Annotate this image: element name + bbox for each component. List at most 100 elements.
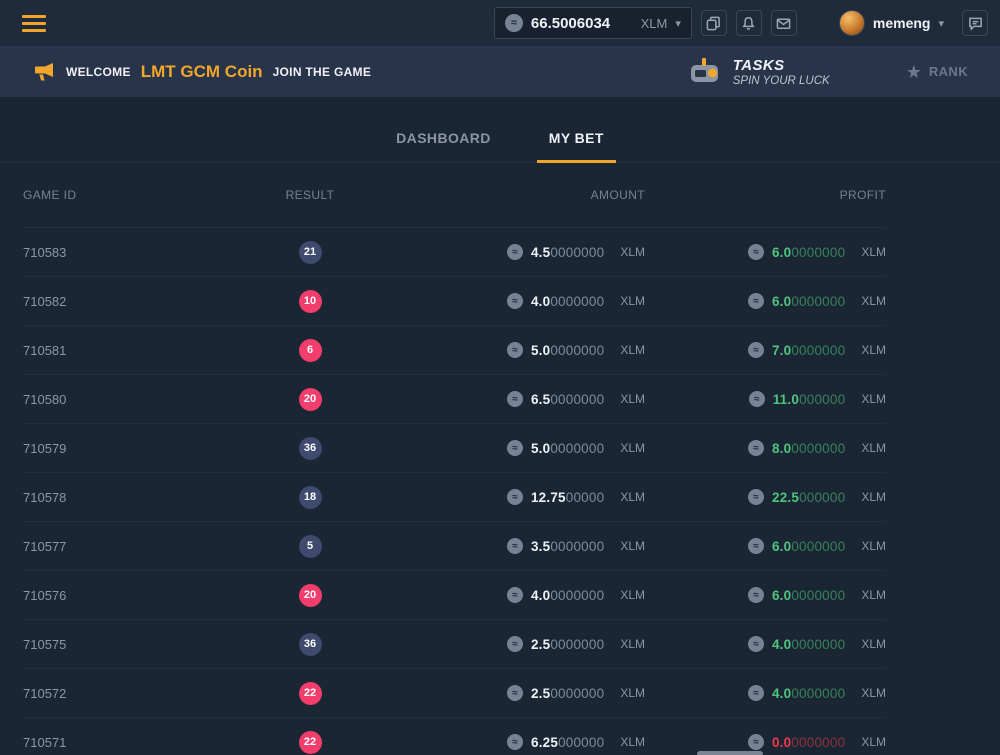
- amount-currency: XLM: [620, 539, 645, 553]
- profit-currency: XLM: [861, 294, 886, 308]
- game-id: 710580: [23, 392, 280, 407]
- coin-icon: [507, 538, 523, 554]
- amount-currency: XLM: [620, 441, 645, 455]
- amount-cell: 5.00000000 XLM: [340, 440, 645, 456]
- amount-cell: 2.50000000 XLM: [340, 636, 645, 652]
- balance-selector[interactable]: 66.5006034 XLM ▾: [494, 7, 692, 39]
- result-badge: 20: [299, 388, 322, 411]
- chat-button[interactable]: [962, 10, 988, 36]
- chevron-down-icon: ▾: [675, 17, 681, 30]
- result-badge: 10: [299, 290, 322, 313]
- amount-value: 2.50000000: [531, 637, 604, 652]
- profit-value: 6.00000000: [772, 245, 845, 260]
- coin-icon: [507, 244, 523, 260]
- chevron-down-icon: ▾: [938, 17, 944, 30]
- result-badge: 22: [299, 731, 322, 754]
- table-row[interactable]: 710581 6 5.00000000 XLM 7.00000000 XLM: [23, 326, 886, 375]
- amount-value: 6.25000000: [531, 735, 604, 750]
- game-id: 710583: [23, 245, 280, 260]
- coin-icon: [507, 293, 523, 309]
- chat-icon: [968, 16, 983, 31]
- amount-currency: XLM: [620, 637, 645, 651]
- mail-button[interactable]: [771, 10, 797, 36]
- table-row[interactable]: 710575 36 2.50000000 XLM 4.00000000 XLM: [23, 620, 886, 669]
- hamburger-menu-icon[interactable]: [22, 15, 46, 32]
- profit-value: 4.00000000: [772, 686, 845, 701]
- amount-currency: XLM: [620, 343, 645, 357]
- coin-icon: [507, 685, 523, 701]
- coin-icon: [748, 440, 764, 456]
- coin-icon: [507, 734, 523, 750]
- result-badge: 36: [299, 633, 322, 656]
- table-row[interactable]: 710576 20 4.00000000 XLM 6.00000000 XLM: [23, 571, 886, 620]
- amount-cell: 4.00000000 XLM: [340, 293, 645, 309]
- envelope-icon: [776, 16, 791, 31]
- coin-icon: [507, 391, 523, 407]
- table-row[interactable]: 710577 5 3.50000000 XLM 6.00000000 XLM: [23, 522, 886, 571]
- table-row[interactable]: 710580 20 6.50000000 XLM 11.0000000 XLM: [23, 375, 886, 424]
- tasks-button[interactable]: TASKS SPIN YOUR LUCK: [687, 56, 830, 88]
- profit-currency: XLM: [861, 686, 886, 700]
- cards-button[interactable]: [701, 10, 727, 36]
- result-badge: 22: [299, 682, 322, 705]
- coin-icon: [507, 342, 523, 358]
- profit-cell: 6.00000000 XLM: [645, 244, 886, 260]
- amount-cell: 12.7500000 XLM: [340, 489, 645, 505]
- profit-currency: XLM: [861, 245, 886, 259]
- header-result: RESULT: [280, 188, 340, 202]
- game-id: 710581: [23, 343, 280, 358]
- amount-cell: 2.50000000 XLM: [340, 685, 645, 701]
- profit-cell: 4.00000000 XLM: [645, 636, 886, 652]
- notifications-button[interactable]: [736, 10, 762, 36]
- coin-icon: [748, 244, 764, 260]
- amount-value: 4.50000000: [531, 245, 604, 260]
- horizontal-scrollbar-thumb[interactable]: [697, 751, 763, 755]
- header-profit: PROFIT: [645, 188, 886, 202]
- balance-value: 66.5006034: [531, 15, 610, 32]
- amount-currency: XLM: [620, 490, 645, 504]
- coin-icon: [507, 587, 523, 603]
- balance-currency: XLM: [641, 16, 668, 31]
- game-id: 710579: [23, 441, 280, 456]
- result-badge: 18: [299, 486, 322, 509]
- star-icon: ★: [906, 63, 922, 81]
- table-row[interactable]: 710579 36 5.00000000 XLM 8.00000000 XLM: [23, 424, 886, 473]
- coin-icon: [507, 489, 523, 505]
- rank-button[interactable]: ★ RANK: [906, 63, 968, 81]
- table-row[interactable]: 710582 10 4.00000000 XLM 6.00000000 XLM: [23, 277, 886, 326]
- username: memeng: [873, 15, 931, 31]
- bell-icon: [741, 16, 756, 31]
- coin-icon: [749, 391, 765, 407]
- profit-value: 11.0000000: [773, 392, 846, 407]
- amount-currency: XLM: [620, 735, 645, 749]
- table-row[interactable]: 710583 21 4.50000000 XLM 6.00000000 XLM: [23, 228, 886, 277]
- profit-value: 8.00000000: [772, 441, 845, 456]
- profit-currency: XLM: [861, 490, 886, 504]
- profit-cell: 22.5000000 XLM: [645, 489, 886, 505]
- amount-currency: XLM: [620, 392, 645, 406]
- tab-my-bet[interactable]: MY BET: [537, 130, 616, 163]
- amount-currency: XLM: [620, 294, 645, 308]
- cards-icon: [706, 16, 721, 31]
- amount-value: 5.00000000: [531, 441, 604, 456]
- amount-currency: XLM: [620, 686, 645, 700]
- result-badge: 20: [299, 584, 322, 607]
- coin-icon: [748, 734, 764, 750]
- tab-bar: DASHBOARD MY BET: [0, 97, 1000, 163]
- profit-value: 6.00000000: [772, 539, 845, 554]
- coin-icon: [748, 342, 764, 358]
- welcome-prefix: WELCOME: [66, 65, 131, 79]
- coin-icon: [748, 489, 764, 505]
- coin-icon: [748, 538, 764, 554]
- table-row[interactable]: 710571 22 6.25000000 XLM 0.00000000 XLM: [23, 718, 886, 755]
- topbar: 66.5006034 XLM ▾ memeng ▾: [0, 0, 1000, 46]
- table-row[interactable]: 710572 22 2.50000000 XLM 4.00000000 XLM: [23, 669, 886, 718]
- table-header: GAME ID RESULT AMOUNT PROFIT: [23, 163, 886, 228]
- amount-cell: 6.50000000 XLM: [340, 391, 645, 407]
- amount-value: 4.00000000: [531, 294, 604, 309]
- amount-cell: 3.50000000 XLM: [340, 538, 645, 554]
- tab-dashboard[interactable]: DASHBOARD: [384, 130, 503, 163]
- table-row[interactable]: 710578 18 12.7500000 XLM 22.5000000 XLM: [23, 473, 886, 522]
- profit-currency: XLM: [861, 735, 886, 749]
- user-menu[interactable]: memeng ▾: [839, 10, 944, 36]
